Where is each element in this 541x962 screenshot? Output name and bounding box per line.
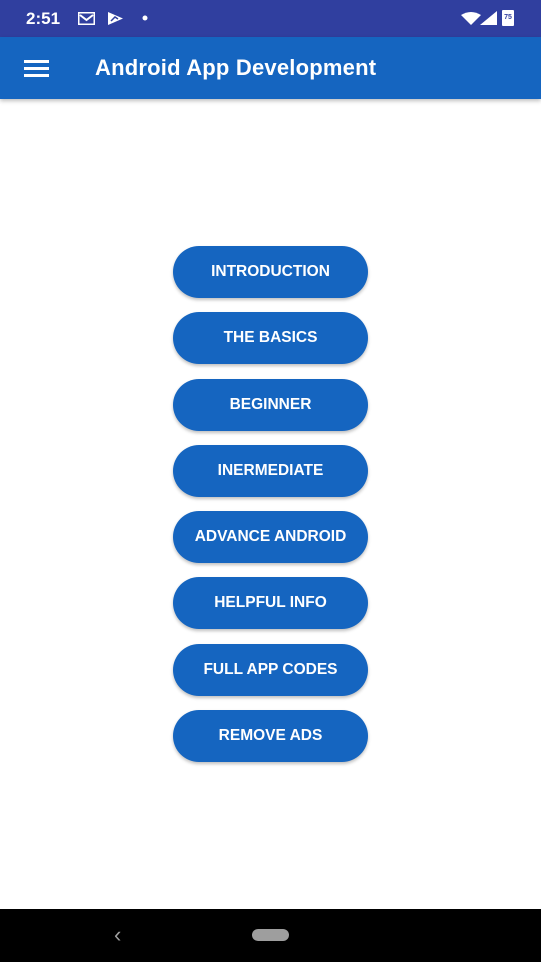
battery-level: 75 <box>504 14 512 21</box>
beginner-button[interactable]: BEGINNER <box>173 378 368 431</box>
wifi-icon <box>461 12 481 25</box>
home-pill-icon[interactable] <box>252 929 289 941</box>
introduction-button[interactable]: INTRODUCTION <box>173 246 368 298</box>
back-icon[interactable]: ‹ <box>114 922 121 948</box>
signal-icon <box>480 11 497 25</box>
status-bar: 2:51 75 <box>0 0 541 37</box>
menu-button-list: INTRODUCTION THE BASICS BEGINNER INERMED… <box>173 246 368 776</box>
remove-ads-button[interactable]: REMOVE ADS <box>173 710 368 763</box>
helpful-info-button[interactable]: HELPFUL INFO <box>173 577 368 630</box>
hamburger-menu-icon[interactable] <box>24 60 49 77</box>
app-title: Android App Development <box>95 55 377 80</box>
gmail-icon <box>78 12 95 25</box>
notification-dot-icon <box>142 15 148 21</box>
the-basics-button[interactable]: THE BASICS <box>173 312 368 365</box>
advance-android-button[interactable]: ADVANCE ANDROID <box>173 511 368 564</box>
intermediate-button[interactable]: INERMEDIATE <box>173 444 368 497</box>
battery-icon: 75 <box>502 10 514 26</box>
app-bar: Android App Development <box>0 37 541 99</box>
status-time: 2:51 <box>26 9 61 28</box>
play-store-icon <box>108 12 123 25</box>
full-app-codes-button[interactable]: FULL APP CODES <box>173 643 368 696</box>
